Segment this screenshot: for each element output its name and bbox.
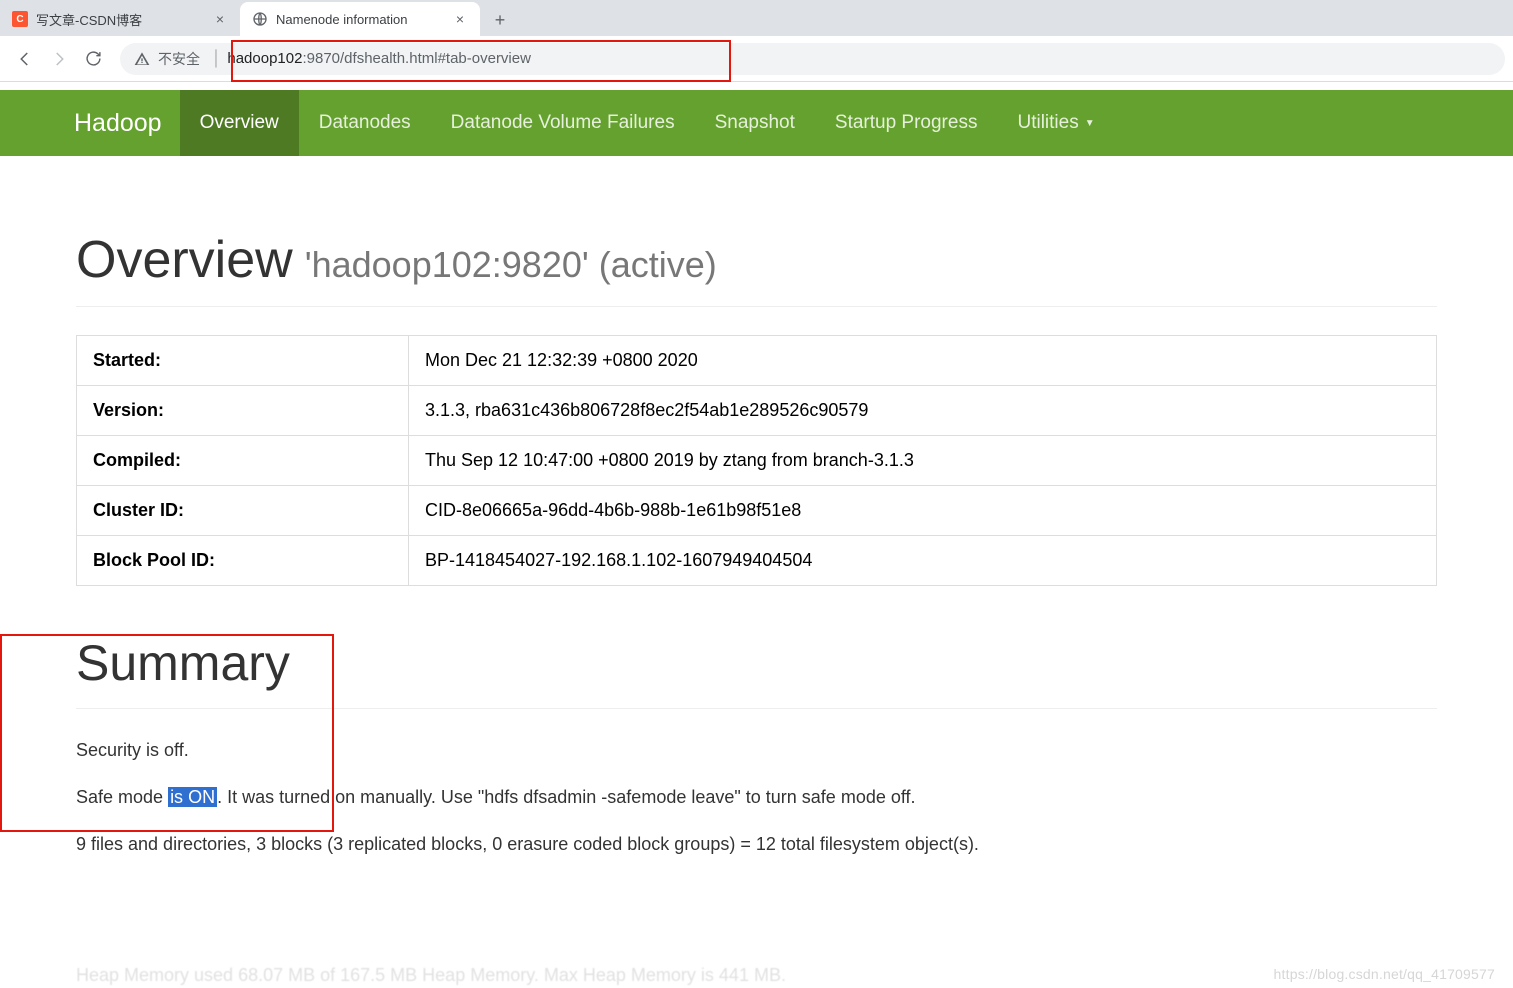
- divider: [76, 708, 1437, 709]
- block-pool-id-key: Block Pool ID:: [77, 536, 409, 586]
- security-status: Security is off.: [76, 737, 1437, 764]
- started-key: Started:: [77, 336, 409, 386]
- insecure-label: 不安全: [158, 49, 200, 69]
- safemode-highlight: is ON: [168, 787, 217, 807]
- csdn-favicon-icon: C: [12, 11, 28, 27]
- page-content: Overview 'hadoop102:9820' (active) Start…: [0, 230, 1513, 858]
- table-row: Block Pool ID: BP-1418454027-192.168.1.1…: [77, 536, 1437, 586]
- compiled-value: Thu Sep 12 10:47:00 +0800 2019 by ztang …: [409, 436, 1437, 486]
- compiled-key: Compiled:: [77, 436, 409, 486]
- nav-startup-progress[interactable]: Startup Progress: [815, 90, 998, 156]
- nav-utilities[interactable]: Utilities▼: [997, 90, 1114, 156]
- brand-label[interactable]: Hadoop: [74, 90, 180, 156]
- nav-snapshot[interactable]: Snapshot: [695, 90, 815, 156]
- tab-title: Namenode information: [276, 12, 444, 27]
- fs-objects: 9 files and directories, 3 blocks (3 rep…: [76, 831, 1437, 858]
- version-value: 3.1.3, rba631c436b806728f8ec2f54ab1e2895…: [409, 386, 1437, 436]
- safemode-status: Safe mode is ON. It was turned on manual…: [76, 784, 1437, 811]
- table-row: Version: 3.1.3, rba631c436b806728f8ec2f5…: [77, 386, 1437, 436]
- insecure-warning-icon: [134, 51, 150, 67]
- block-pool-id-value: BP-1418454027-192.168.1.102-160794940450…: [409, 536, 1437, 586]
- close-icon[interactable]: ×: [452, 11, 468, 27]
- cluster-id-key: Cluster ID:: [77, 486, 409, 536]
- started-value: Mon Dec 21 12:32:39 +0800 2020: [409, 336, 1437, 386]
- nav-datanode-volume-failures[interactable]: Datanode Volume Failures: [431, 90, 695, 156]
- divider: [76, 306, 1437, 307]
- url-host: hadoop102: [227, 50, 302, 67]
- hadoop-navbar: Hadoop Overview Datanodes Datanode Volum…: [0, 90, 1513, 156]
- globe-icon: [252, 11, 268, 27]
- page-title: Overview 'hadoop102:9820' (active): [76, 230, 1437, 290]
- heap-memory-cut: Heap Memory used 68.07 MB of 167.5 MB He…: [76, 965, 1076, 986]
- new-tab-button[interactable]: +: [486, 6, 514, 34]
- watermark: https://blog.csdn.net/qq_41709577: [1274, 966, 1495, 982]
- summary-heading: Summary: [76, 634, 1437, 692]
- page-subtitle: 'hadoop102:9820' (active): [305, 244, 717, 286]
- browser-tab-namenode[interactable]: Namenode information ×: [240, 2, 480, 36]
- nav-datanodes[interactable]: Datanodes: [299, 90, 431, 156]
- close-icon[interactable]: ×: [212, 11, 228, 27]
- browser-tab-strip: C 写文章-CSDN博客 × Namenode information × +: [0, 0, 1513, 36]
- chevron-down-icon: ▼: [1085, 118, 1095, 129]
- version-key: Version:: [77, 386, 409, 436]
- table-row: Compiled: Thu Sep 12 10:47:00 +0800 2019…: [77, 436, 1437, 486]
- cluster-id-value: CID-8e06665a-96dd-4b6b-988b-1e61b98f51e8: [409, 486, 1437, 536]
- url-port: :9870: [302, 50, 340, 67]
- forward-button[interactable]: [42, 42, 76, 76]
- table-row: Cluster ID: CID-8e06665a-96dd-4b6b-988b-…: [77, 486, 1437, 536]
- overview-table: Started: Mon Dec 21 12:32:39 +0800 2020 …: [76, 335, 1437, 586]
- table-row: Started: Mon Dec 21 12:32:39 +0800 2020: [77, 336, 1437, 386]
- browser-toolbar: 不安全 │ hadoop102:9870/dfshealth.html#tab-…: [0, 36, 1513, 82]
- back-button[interactable]: [8, 42, 42, 76]
- url-path: /dfshealth.html#tab-overview: [340, 50, 531, 67]
- browser-tab-csdn[interactable]: C 写文章-CSDN博客 ×: [0, 2, 240, 36]
- reload-button[interactable]: [76, 42, 110, 76]
- tab-title: 写文章-CSDN博客: [36, 10, 204, 29]
- nav-overview[interactable]: Overview: [180, 90, 299, 156]
- address-input[interactable]: 不安全 │ hadoop102:9870/dfshealth.html#tab-…: [120, 43, 1505, 75]
